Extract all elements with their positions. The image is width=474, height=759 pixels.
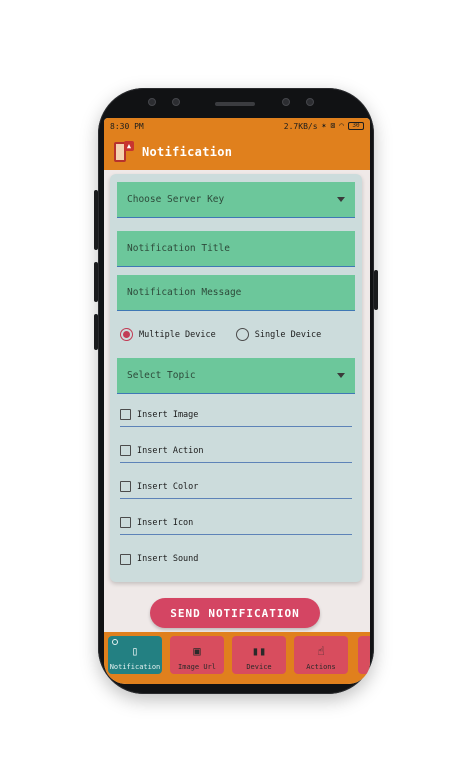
- nav-item-device[interactable]: ▮▮ Device: [232, 636, 286, 674]
- hand-pointer-icon: ☝: [317, 644, 325, 658]
- app-bar: ▲ Notification: [104, 134, 370, 170]
- checkbox-label: Insert Action: [137, 445, 204, 456]
- radio-multiple-device[interactable]: [120, 328, 133, 341]
- checkbox-insert-icon[interactable]: [120, 517, 131, 528]
- device-radio-group: Multiple Device Single Device: [120, 328, 321, 341]
- network-speed: 2.7KB/s: [283, 121, 318, 131]
- power-button: [374, 270, 378, 310]
- sim-off-icon: ⊠: [330, 121, 336, 130]
- notification-form-card: Choose Server Key Notification Title Not…: [110, 174, 362, 582]
- checkbox-row-insert-image[interactable]: Insert Image: [120, 403, 352, 427]
- nav-item-actions[interactable]: ☝ Actions: [294, 636, 348, 674]
- earpiece-speaker: [215, 102, 255, 106]
- battery-icon: 30: [348, 122, 364, 130]
- active-indicator-icon: [112, 639, 118, 645]
- status-time: 8:30 PM: [110, 121, 144, 131]
- checkbox-label: Insert Image: [137, 409, 199, 420]
- server-key-placeholder: Choose Server Key: [127, 194, 225, 205]
- checkbox-label: Insert Sound: [137, 554, 199, 564]
- sensor-icon: [148, 98, 156, 106]
- nav-item-label: Actions: [306, 663, 336, 671]
- nav-item-more[interactable]: [358, 636, 370, 674]
- nav-item-label: Device: [246, 663, 272, 671]
- checkbox-row-insert-action[interactable]: Insert Action: [120, 439, 352, 463]
- notification-icon: ▯: [131, 644, 139, 658]
- checkbox-row-insert-sound[interactable]: Insert Sound: [120, 547, 352, 571]
- app-screen: 8:30 PM 2.7KB/s ✶ ⊠ ◠ 30 ▲ Notification …: [104, 118, 370, 684]
- checkbox-label: Insert Color: [137, 481, 199, 492]
- notification-title-input[interactable]: Notification Title: [117, 231, 355, 267]
- front-camera-icon: [282, 98, 290, 106]
- dropdown-arrow-icon: [337, 197, 345, 202]
- topic-dropdown[interactable]: Select Topic: [117, 358, 355, 394]
- nav-item-label: Image Url: [178, 663, 216, 671]
- radio-single-device[interactable]: [235, 328, 249, 341]
- dropdown-arrow-icon: [337, 373, 345, 378]
- status-icons: 2.7KB/s ✶ ⊠ ◠ 30: [284, 122, 364, 131]
- volume-button: [94, 262, 98, 302]
- nav-item-notification[interactable]: ▯ Notification: [108, 636, 162, 674]
- notification-message-placeholder: Notification Message: [127, 287, 242, 298]
- notification-title-placeholder: Notification Title: [127, 243, 230, 254]
- radio-single-device-label: Single Device: [254, 329, 322, 340]
- topic-placeholder: Select Topic: [127, 370, 196, 381]
- checkbox-row-insert-icon[interactable]: Insert Icon: [120, 511, 352, 535]
- nav-item-label: Notification: [109, 663, 161, 671]
- image-icon: ▣: [193, 644, 201, 658]
- status-bar: 8:30 PM 2.7KB/s ✶ ⊠ ◠ 30: [104, 118, 370, 134]
- checkbox-label: Insert Icon: [137, 517, 194, 528]
- app-logo-icon: ▲: [112, 140, 134, 164]
- page-title: Notification: [142, 145, 233, 159]
- sensor-icon: [172, 98, 180, 106]
- bluetooth-off-icon: ✶: [321, 121, 327, 130]
- nav-item-image-url[interactable]: ▣ Image Url: [170, 636, 224, 674]
- send-notification-button[interactable]: SEND NOTIFICATION: [150, 598, 320, 628]
- checkbox-insert-sound[interactable]: [120, 553, 131, 565]
- sensor-icon: [306, 98, 314, 106]
- device-icon: ▮▮: [251, 644, 267, 658]
- checkbox-insert-color[interactable]: [120, 481, 131, 492]
- radio-multiple-device-label: Multiple Device: [139, 329, 216, 340]
- wifi-icon: ◠: [339, 121, 344, 130]
- checkbox-row-insert-color[interactable]: Insert Color: [120, 475, 352, 499]
- bottom-navigation: ▯ Notification ▣ Image Url ▮▮ Device ☝ A…: [104, 632, 370, 684]
- bixby-button: [94, 314, 98, 350]
- server-key-dropdown[interactable]: Choose Server Key: [117, 182, 355, 218]
- checkbox-insert-action[interactable]: [120, 445, 131, 456]
- checkbox-insert-image[interactable]: [120, 409, 131, 420]
- notification-message-input[interactable]: Notification Message: [117, 275, 355, 311]
- volume-button: [94, 190, 98, 250]
